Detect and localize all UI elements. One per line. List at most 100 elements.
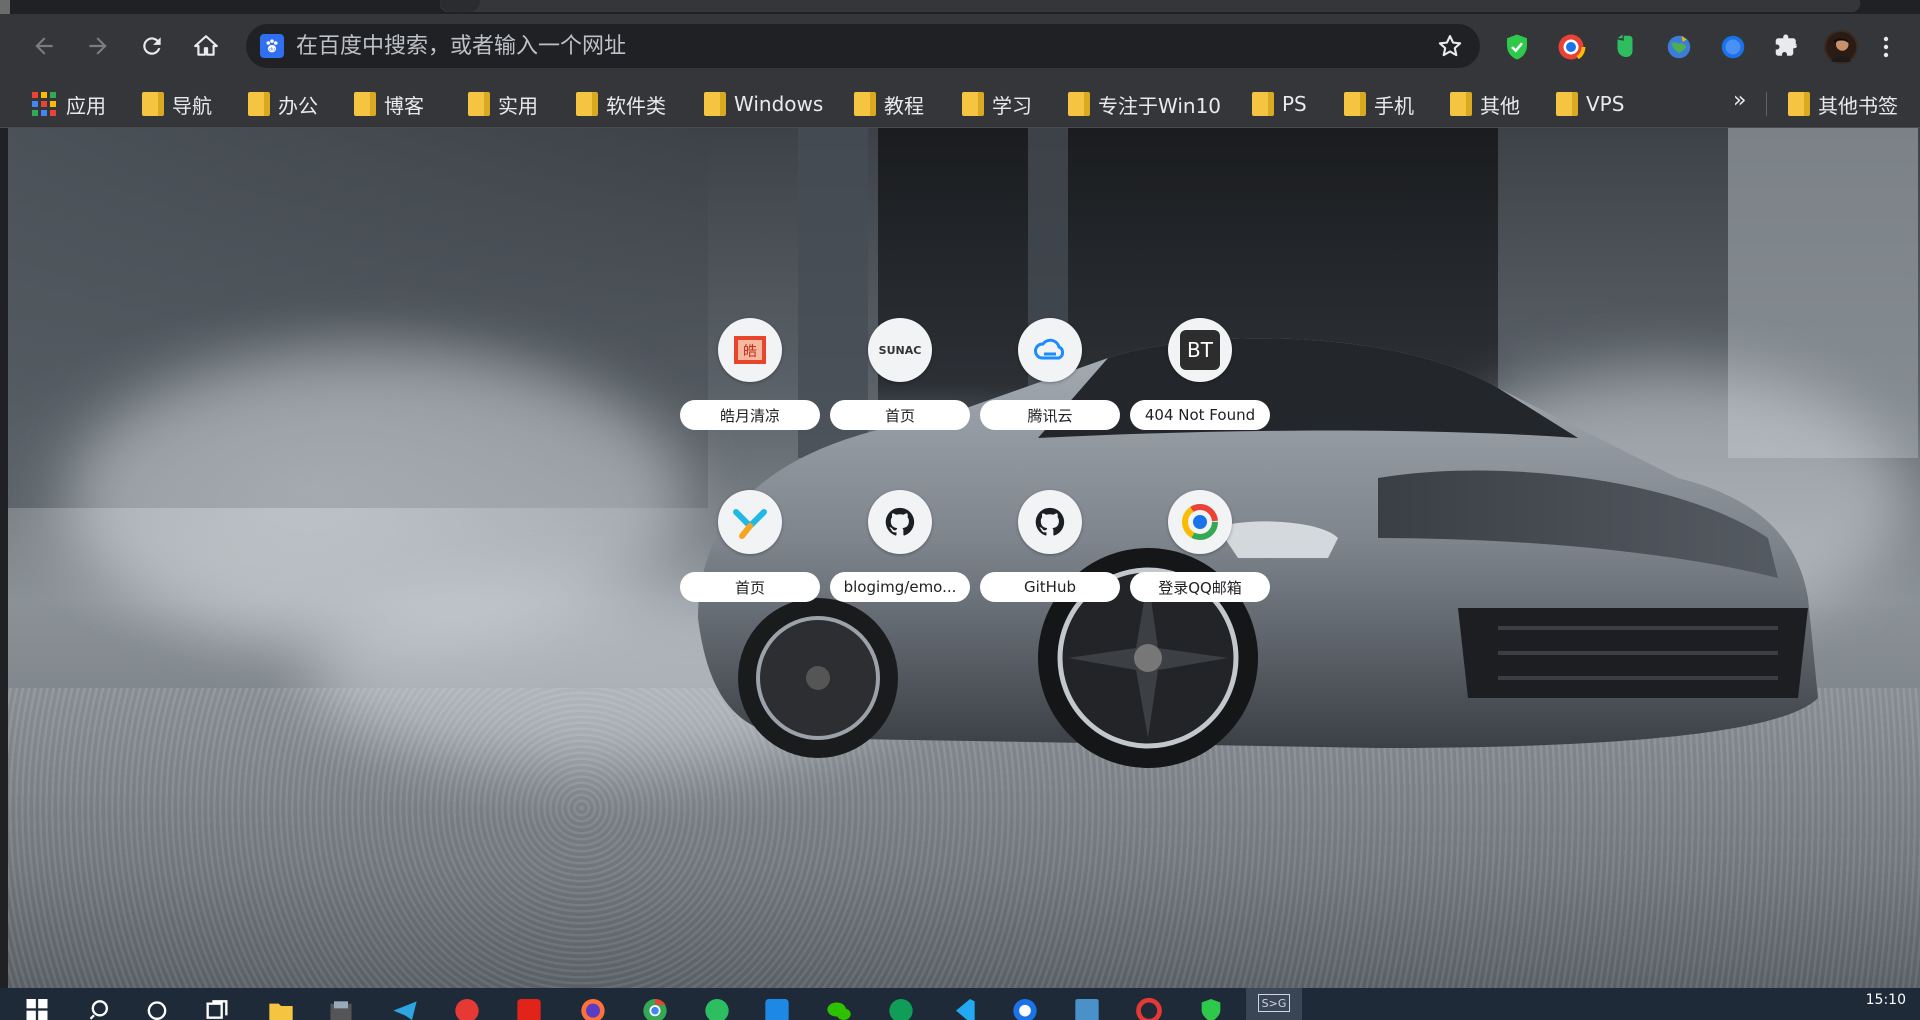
shortcut-tile[interactable]: GitHub	[980, 490, 1120, 630]
taskbar-app-opera[interactable]	[1134, 992, 1164, 1020]
folder-icon	[1788, 92, 1810, 116]
toolbar: du	[0, 14, 1920, 80]
folder-icon	[248, 92, 270, 116]
shortcut-label: 皓月清凉	[680, 400, 820, 430]
bookmark-label: 软件类	[606, 93, 666, 118]
folder-icon	[1252, 92, 1274, 116]
extensions-puzzle-icon[interactable]	[1770, 30, 1804, 64]
color-picker-extension-icon[interactable]	[1554, 30, 1588, 64]
bookmark-folder-ps[interactable]: PS	[1252, 88, 1307, 120]
shortcut-label: GitHub	[980, 572, 1120, 602]
bookmark-folder-study[interactable]: 学习	[962, 88, 1032, 120]
shield-icon	[1201, 999, 1221, 1020]
bookmark-folder-windows[interactable]: Windows	[704, 88, 823, 120]
bookmark-folder-useful[interactable]: 实用	[468, 88, 538, 120]
search-button[interactable]	[86, 992, 116, 1020]
taskbar-wechat[interactable]	[824, 992, 854, 1020]
address-bar[interactable]: du	[246, 24, 1480, 68]
taskbar-app-green[interactable]	[886, 992, 916, 1020]
bookmark-label: PS	[1282, 92, 1307, 116]
shortcut-tile[interactable]: 皓 皓月清凉	[680, 318, 820, 458]
task-view-button[interactable]	[202, 992, 232, 1020]
shortcut-tile[interactable]: blogimg/emo...	[830, 490, 970, 630]
home-icon	[194, 35, 218, 56]
cortana-button[interactable]	[142, 992, 172, 1020]
shortcut-tile[interactable]: SUNAC 首页	[830, 318, 970, 458]
bookmarks-overflow-button[interactable]: »	[1733, 88, 1746, 113]
bookmark-folder-software[interactable]: 软件类	[576, 88, 666, 120]
shield-extension-icon[interactable]	[1500, 30, 1534, 64]
shortcut-tile[interactable]: BT 404 Not Found	[1130, 318, 1270, 458]
github-icon	[868, 490, 932, 554]
baidu-paw-icon: du	[260, 34, 284, 58]
folder-icon	[576, 92, 598, 116]
bookmark-folder-office[interactable]: 办公	[248, 88, 318, 120]
bookmark-apps[interactable]: 应用	[32, 88, 106, 120]
reload-button[interactable]	[134, 28, 170, 64]
taskbar-vscode[interactable]	[948, 992, 978, 1020]
forward-button[interactable]	[80, 28, 116, 64]
shortcut-label: blogimg/emo...	[830, 572, 970, 602]
back-button[interactable]	[26, 28, 62, 64]
bookmark-folder-nav[interactable]: 导航	[142, 88, 212, 120]
evernote-extension-icon[interactable]	[1608, 30, 1642, 64]
folder-icon	[1450, 92, 1472, 116]
tencent-cloud-icon	[1018, 318, 1082, 382]
sunac-icon: SUNAC	[868, 318, 932, 382]
bookmark-other-bookmarks[interactable]: 其他书签	[1788, 88, 1898, 120]
shortcut-label: 腾讯云	[980, 400, 1120, 430]
bookmark-folder-tutorial[interactable]: 教程	[854, 88, 924, 120]
taskbar-telegram[interactable]	[390, 992, 420, 1020]
folder-icon	[468, 92, 490, 116]
bookmark-folder-blog[interactable]: 博客	[354, 88, 424, 120]
tab-favicon	[440, 0, 480, 12]
shortcut-tile[interactable]: 首页	[680, 490, 820, 630]
bookmarks-bar: 应用 导航 办公 博客 实用 软件类 Windows 教程 学习 专注于Win1…	[0, 80, 1920, 128]
chrome-icon	[643, 998, 667, 1020]
taskbar-clock[interactable]: 15:10	[1866, 992, 1906, 1008]
shortcut-tile[interactable]: 登录QQ邮箱	[1130, 490, 1270, 630]
home-button[interactable]	[188, 28, 224, 64]
github-icon	[1018, 490, 1082, 554]
bookmark-label: 其他书签	[1818, 93, 1898, 118]
window-icon	[330, 1001, 352, 1020]
qq-mail-icon	[1168, 490, 1232, 554]
bookmark-star-icon[interactable]	[1436, 32, 1464, 60]
evernote-icon	[705, 999, 729, 1020]
active-tab[interactable]	[440, 0, 1860, 12]
taskbar-chrome[interactable]	[640, 992, 670, 1020]
taskbar-active-app[interactable]: S>G	[1246, 988, 1302, 1020]
taskbar-blue-app[interactable]	[762, 992, 792, 1020]
earth-extension-icon[interactable]	[1662, 30, 1696, 64]
start-button[interactable]	[22, 992, 52, 1020]
bookmark-label: 手机	[1374, 93, 1414, 118]
folder-icon	[1556, 92, 1578, 116]
folder-icon	[1344, 92, 1366, 116]
firefox-icon	[581, 999, 605, 1020]
vscode-icon	[956, 999, 975, 1020]
shortcut-label: 404 Not Found	[1130, 400, 1270, 430]
bookmark-label: 办公	[278, 93, 318, 118]
bookmark-folder-win10[interactable]: 专注于Win10	[1068, 88, 1221, 120]
reload-icon	[143, 37, 161, 55]
folder-icon	[354, 92, 376, 116]
bookmark-folder-phone[interactable]: 手机	[1344, 88, 1414, 120]
taskbar-app-red[interactable]	[452, 992, 482, 1020]
bookmark-folder-other[interactable]: 其他	[1450, 88, 1520, 120]
taskbar-youdao[interactable]	[514, 992, 544, 1020]
haoyue-icon: 皓	[718, 318, 782, 382]
address-input[interactable]	[296, 30, 1396, 62]
browser-window: du 在百度中搜索，或者输入一个网址 应用 导航 办公 博客 实用 软件类 Wi…	[0, 0, 1920, 1020]
kebab-menu-icon[interactable]	[1876, 30, 1896, 64]
taskbar-maps[interactable]	[1010, 992, 1040, 1020]
blue-dot-extension-icon[interactable]	[1716, 30, 1750, 64]
taskbar-evernote[interactable]	[702, 992, 732, 1020]
taskbar-security[interactable]	[1196, 992, 1226, 1020]
taskbar-app-window[interactable]	[326, 992, 356, 1020]
shortcut-tile[interactable]: 腾讯云	[980, 318, 1120, 458]
profile-avatar[interactable]	[1824, 30, 1858, 64]
bookmark-folder-vps[interactable]: VPS	[1556, 88, 1624, 120]
taskbar-firefox[interactable]	[578, 992, 608, 1020]
taskbar-file-explorer[interactable]	[266, 992, 296, 1020]
taskbar-photos[interactable]	[1072, 992, 1102, 1020]
